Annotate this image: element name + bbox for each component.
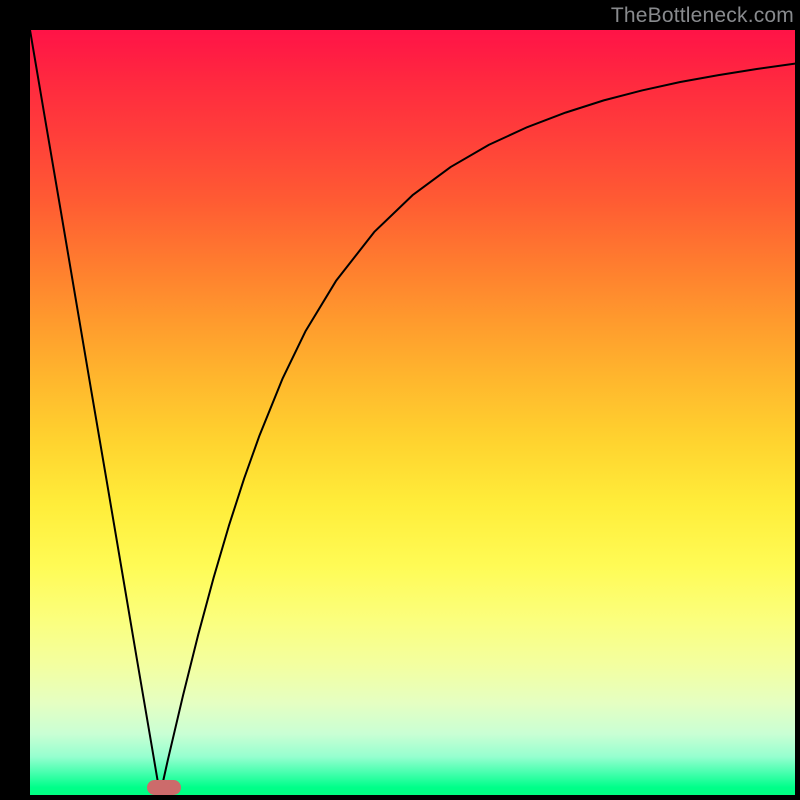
plot-area <box>30 30 795 795</box>
watermark-text: TheBottleneck.com <box>611 4 794 28</box>
bottleneck-curve <box>30 30 795 795</box>
curve-svg <box>30 30 795 795</box>
chart-frame: TheBottleneck.com <box>0 0 800 800</box>
bottleneck-marker <box>147 780 181 795</box>
